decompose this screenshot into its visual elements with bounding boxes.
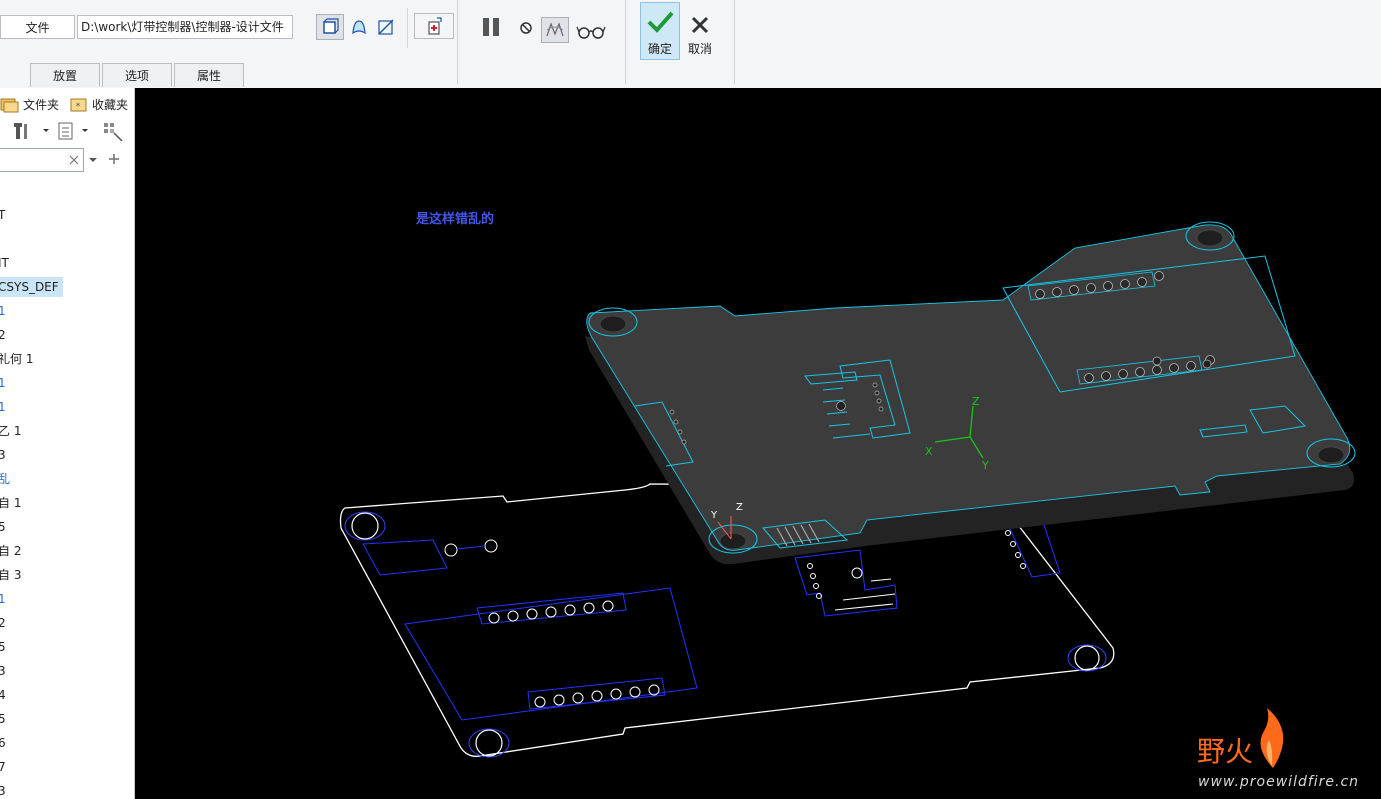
checkmark-icon xyxy=(647,11,674,33)
tree-item[interactable]: 乱 xyxy=(0,469,10,489)
axis-label-z: Z xyxy=(972,395,980,408)
tree-item[interactable]: 7 xyxy=(0,757,6,777)
tree-item[interactable]: 6 xyxy=(0,733,6,753)
favorites-icon: * xyxy=(70,98,87,112)
tree-item-csys[interactable]: CSYS_DEF xyxy=(0,277,63,297)
axis-label-y: Y xyxy=(981,459,989,472)
tab-options[interactable]: 选项 xyxy=(102,63,172,87)
solid-display-button[interactable] xyxy=(316,14,344,40)
ok-label: 确定 xyxy=(647,42,672,56)
thicken-icon xyxy=(428,17,442,35)
svg-text:*: * xyxy=(76,102,81,112)
tree-item[interactable]: 自 2 xyxy=(0,541,21,561)
cut-button[interactable] xyxy=(373,14,399,40)
tree-item[interactable]: 5 xyxy=(0,709,6,729)
model-canvas[interactable]: Z X Y Z Y xyxy=(135,88,1381,799)
tab-properties[interactable]: 属性 xyxy=(174,63,244,87)
tree-item[interactable]: 2 xyxy=(0,325,6,345)
tree-toolbar xyxy=(0,120,134,144)
hammer-tools-icon xyxy=(14,123,49,139)
pause-icon xyxy=(483,18,499,36)
tree-item[interactable]: 1 xyxy=(0,589,6,609)
tree-item[interactable]: 5 xyxy=(0,517,6,537)
ribbon: 文件 D:\work\灯带控制器\控制器-设计文件 确定 取消 放置 选项 属性 xyxy=(0,0,1381,89)
solid-cube-icon xyxy=(323,18,339,34)
path-field[interactable]: D:\work\灯带控制器\控制器-设计文件 xyxy=(77,15,293,39)
prohibit-icon xyxy=(520,22,532,34)
tree-item[interactable]: 5 xyxy=(0,637,6,657)
navigator-tabs: 文件夹 * 收藏夹 xyxy=(0,91,134,117)
folder-icon xyxy=(0,98,19,113)
tab-favorites[interactable]: * 收藏夹 xyxy=(70,93,130,115)
tree-item[interactable]: 礼何 1 xyxy=(0,349,33,369)
flame-logo-icon xyxy=(1260,708,1284,768)
cancel-button[interactable]: 取消 xyxy=(685,10,715,60)
tab-favorites-label: 收藏夹 xyxy=(92,97,129,112)
tree-item[interactable]: 3 xyxy=(0,661,6,681)
verify-button[interactable] xyxy=(575,18,607,44)
settings-button[interactable] xyxy=(12,121,50,144)
add-icon[interactable] xyxy=(108,153,120,165)
watermark-url: www.proewildfire.cn xyxy=(1198,774,1360,790)
glasses-icon xyxy=(576,26,606,39)
clear-icon[interactable] xyxy=(69,155,79,165)
graphics-viewport[interactable]: 是这样错乱的 Z X Y Z Y 野火 www.proewildfire.cn xyxy=(135,88,1381,799)
filter-button[interactable] xyxy=(102,121,126,144)
tab-folder-browser[interactable]: 文件夹 xyxy=(0,93,59,115)
separator xyxy=(625,0,626,84)
close-icon xyxy=(691,16,709,33)
tree-item[interactable]: 2 xyxy=(0,613,6,633)
thicken-button[interactable] xyxy=(414,13,454,39)
tree-item[interactable]: T xyxy=(0,205,5,225)
separator xyxy=(407,8,408,48)
cancel-label: 取消 xyxy=(687,41,712,56)
cut-plane-icon xyxy=(378,19,394,35)
filter-grid-icon xyxy=(104,123,123,142)
tree-item[interactable]: 3 xyxy=(0,445,6,465)
axis-label-x: X xyxy=(925,445,933,458)
ok-button[interactable]: 确定 xyxy=(640,2,680,60)
show-button[interactable] xyxy=(56,121,94,144)
tree-item[interactable]: 1 xyxy=(0,373,6,393)
tree-item[interactable]: IT xyxy=(0,253,9,273)
separator xyxy=(734,0,735,84)
feature-preview-button[interactable] xyxy=(541,17,569,43)
model-tree-panel: 文件夹 * 收藏夹 T IT CSYS_DEF 1 2 礼何 1 1 1 乙 1… xyxy=(0,88,135,799)
list-icon xyxy=(58,122,88,140)
separator xyxy=(457,0,458,84)
tree-item[interactable]: 自 1 xyxy=(0,493,21,513)
pause-button[interactable] xyxy=(476,14,506,40)
tree-item[interactable]: 4 xyxy=(0,685,6,705)
tree-item[interactable]: 自 3 xyxy=(0,565,21,585)
ribbon-tabs: 放置 选项 属性 xyxy=(30,63,246,87)
tree-item[interactable]: 3 xyxy=(0,781,6,799)
no-preview-button[interactable] xyxy=(516,18,536,38)
tree-search-input[interactable] xyxy=(0,148,84,172)
file-button[interactable]: 文件 xyxy=(0,15,75,39)
watermark-logo-text: 野火 xyxy=(1197,735,1254,768)
csys-label-y: Y xyxy=(710,510,718,521)
preview-geometry-icon xyxy=(546,22,564,37)
shaded-board-part[interactable] xyxy=(585,221,1356,565)
tab-folder-label: 文件夹 xyxy=(23,97,60,112)
tree-item[interactable]: 乙 1 xyxy=(0,421,21,441)
surface-icon xyxy=(352,20,366,35)
tree-item[interactable]: 1 xyxy=(0,397,6,417)
chevron-down-icon[interactable] xyxy=(88,155,98,165)
tree-item[interactable]: 1 xyxy=(0,301,6,321)
csys-label-z: Z xyxy=(736,502,743,513)
surface-display-button[interactable] xyxy=(346,14,372,40)
tab-placement[interactable]: 放置 xyxy=(30,63,100,87)
